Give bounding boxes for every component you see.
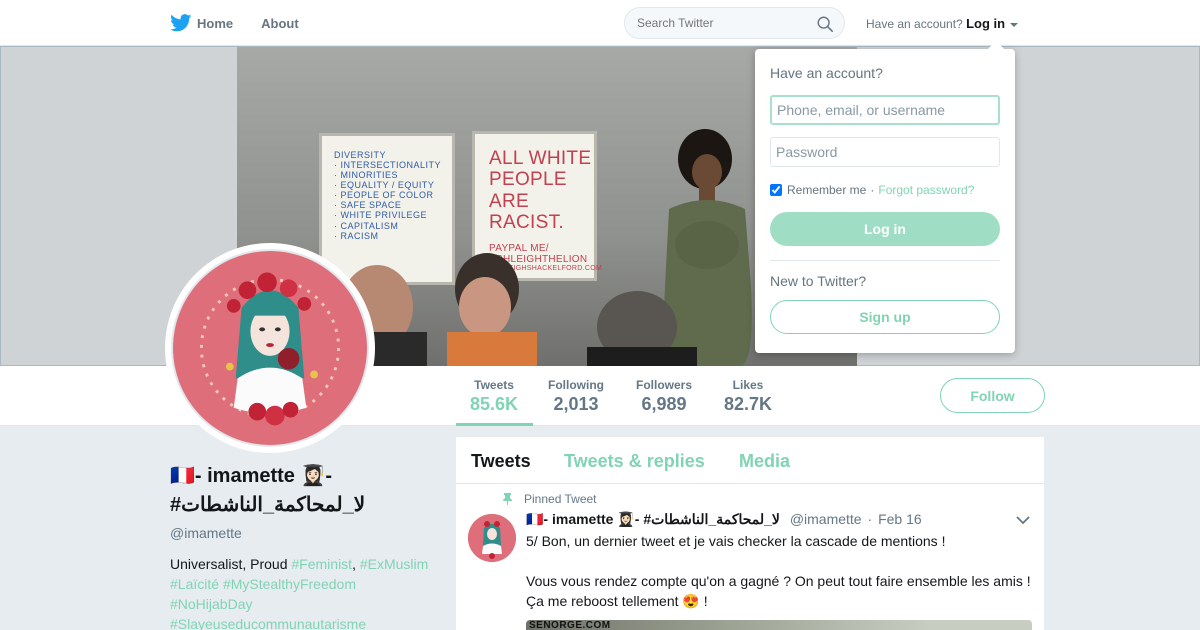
hashtag-link[interactable]: #MyStealthyFreedom <box>223 576 356 592</box>
stat-label: Following <box>548 378 604 392</box>
follow-button[interactable]: Follow <box>940 378 1045 413</box>
easel-line: · SAFE SPACE <box>334 200 402 211</box>
top-navigation-bar: Home About Have an account? Log in <box>0 0 1200 46</box>
timeline-tabs: Tweets Tweets & replies Media <box>456 437 1044 484</box>
stat-label: Likes <box>732 378 764 392</box>
hashtag-link[interactable]: #Slayeuseducommunautarisme <box>170 616 366 630</box>
tweet-line: 5/ Bon, un dernier tweet et je vais chec… <box>526 533 946 549</box>
signup-button[interactable]: Sign up <box>770 300 1000 334</box>
profile-avatar[interactable] <box>165 243 375 453</box>
tweet-media-text: SENORGE.COM <box>529 620 611 630</box>
stat-likes[interactable]: Likes 82.7K <box>724 378 772 415</box>
profile-card: 🇫🇷- imamette 👩🏻‍🎓- #لا_لمحاكمة_الناشطات … <box>170 462 445 630</box>
tweet-media-preview[interactable]: SENORGE.COM <box>526 620 1032 630</box>
profile-bio: Universalist, Proud #Feminist, #ExMuslim… <box>170 554 445 630</box>
remember-separator: · <box>870 183 875 197</box>
tweet-header: 🇫🇷- imamette 👩🏻‍🎓- #لا_لمحاكمة_الناشطات … <box>526 511 922 528</box>
login-dropdown: Have an account? Remember me · Forgot pa… <box>755 41 1015 353</box>
stat-value: 85.6K <box>470 394 519 414</box>
avatar-illustration <box>171 249 369 447</box>
pin-icon <box>503 493 512 505</box>
hashtag-link[interactable]: #Feminist <box>291 556 352 572</box>
easel-line: DIVERSITY <box>334 150 387 160</box>
easel-line: · MINORITIES <box>334 170 398 181</box>
stat-label: Tweets <box>474 378 514 392</box>
timeline: Tweets Tweets & replies Media Pinned Twe… <box>456 437 1044 630</box>
tweet-spacer <box>526 551 1036 571</box>
caret-down-icon[interactable] <box>1010 22 1019 27</box>
profile-display-name[interactable]: 🇫🇷- imamette 👩🏻‍🎓- #لا_لمحاكمة_الناشطات <box>170 462 445 520</box>
stat-value: 6,989 <box>641 394 687 414</box>
easel-line: ALL WHITE <box>489 148 592 169</box>
tweet-line: Vous vous rendez compte qu'on a gagné ? … <box>526 573 1031 609</box>
tab-media[interactable]: Media <box>739 451 790 472</box>
pinned-indicator: Pinned Tweet <box>503 492 597 506</box>
stat-tweets[interactable]: Tweets 85.6K <box>470 378 518 415</box>
login-dropdown-title: Have an account? <box>770 65 883 81</box>
search-box[interactable] <box>624 7 845 39</box>
easel-line: RACIST. <box>489 211 564 233</box>
easel-line: · INTERSECTIONALITY <box>334 160 442 171</box>
easel-line: · EQUALITY / EQUITY <box>334 180 435 191</box>
remember-me-row: Remember me · Forgot password? <box>770 183 974 197</box>
pinned-tweet[interactable]: Pinned Tweet 🇫🇷- imamette 👩🏻‍🎓- #لا_لمحا… <box>456 485 1044 630</box>
search-icon[interactable] <box>816 15 834 33</box>
bio-text: Universalist, Proud <box>170 556 292 572</box>
hashtag-link[interactable]: #ExMuslim <box>360 556 428 572</box>
active-stat-underline <box>456 423 533 426</box>
remember-me-checkbox[interactable] <box>770 184 782 196</box>
hashtag-link[interactable]: #Laïcité <box>170 576 219 592</box>
easel-line: · CAPITALISM <box>334 220 399 231</box>
profile-handle[interactable]: @imamette <box>170 525 445 541</box>
username-field[interactable] <box>770 95 1000 125</box>
login-dropdown-toggle[interactable]: Log in <box>966 16 1005 31</box>
tab-tweets-and-replies[interactable]: Tweets & replies <box>564 451 705 472</box>
stat-label: Followers <box>636 378 693 392</box>
easel-left-text: DIVERSITY · INTERSECTIONALITY · MINORITI… <box>334 150 441 241</box>
nav-left: Home About <box>170 0 327 46</box>
tweet-dot: · <box>867 511 873 527</box>
nav-about-link[interactable]: About <box>261 16 299 31</box>
hashtag-link[interactable]: #NoHijabDay <box>170 596 252 612</box>
stat-following[interactable]: Following 2,013 <box>548 378 604 415</box>
easel-line: · PEOPLE OF COLOR <box>334 190 434 201</box>
password-field[interactable] <box>770 137 1000 167</box>
search-input[interactable] <box>637 16 807 30</box>
stat-value: 2,013 <box>553 394 599 414</box>
tweet-author-handle[interactable]: @imamette <box>790 511 862 527</box>
nav-home-link[interactable]: Home <box>197 16 233 31</box>
easel-line: PEOPLE ARE <box>489 169 567 212</box>
tweet-author-avatar[interactable] <box>468 514 516 562</box>
twitter-bird-icon[interactable] <box>170 14 192 32</box>
stat-value: 82.7K <box>724 394 773 414</box>
dropdown-divider <box>770 260 1000 261</box>
chevron-down-icon[interactable] <box>1016 515 1030 525</box>
pinned-label: Pinned Tweet <box>524 492 597 506</box>
easel-line: · WHITE PRIVILEGE <box>334 210 428 221</box>
tweet-text: 5/ Bon, un dernier tweet et je vais chec… <box>526 531 1036 611</box>
tab-tweets[interactable]: Tweets <box>471 451 531 472</box>
stat-followers[interactable]: Followers 6,989 <box>636 378 692 415</box>
login-button[interactable]: Log in <box>770 212 1000 246</box>
new-to-twitter-label: New to Twitter? <box>770 273 867 289</box>
audience-figures <box>337 253 697 366</box>
have-account-text: Have an account? <box>866 17 963 31</box>
tweet-date[interactable]: Feb 16 <box>878 511 922 527</box>
tweet-author-name[interactable]: 🇫🇷- imamette 👩🏻‍🎓- #لا_لمحاكمة_الناشطات <box>526 511 780 527</box>
remember-me-label[interactable]: Remember me <box>787 183 866 197</box>
forgot-password-link[interactable]: Forgot password? <box>878 183 974 197</box>
bio-separator: , <box>352 556 360 572</box>
account-prompt: Have an account? Log in <box>866 16 1019 31</box>
